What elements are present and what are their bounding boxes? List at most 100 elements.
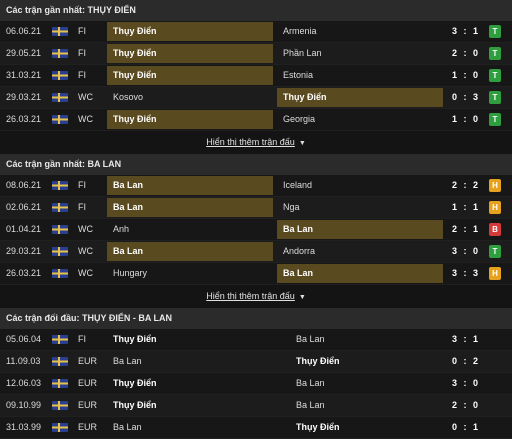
match-score: 3 : 1 bbox=[452, 26, 481, 36]
competition-code: FI bbox=[78, 202, 86, 212]
home-team[interactable]: Ba Lan bbox=[107, 198, 273, 217]
show-more-link[interactable]: Hiển thị thêm trận đấu ▼ bbox=[0, 285, 512, 308]
competition-code: FI bbox=[78, 180, 86, 190]
match-score: 1 : 0 bbox=[452, 114, 481, 124]
competition-code: EUR bbox=[78, 400, 98, 410]
home-team[interactable]: Thụy Điển bbox=[107, 374, 273, 393]
match-score: 2 : 0 bbox=[452, 48, 481, 58]
match-row[interactable]: 06.06.21 FI Thụy Điển Armenia 3 : 1 T bbox=[0, 21, 512, 43]
match-date: 26.03.21 bbox=[6, 114, 42, 124]
away-team[interactable]: Thụy Điển bbox=[277, 88, 443, 107]
away-team[interactable]: Estonia bbox=[277, 66, 443, 85]
away-team[interactable]: Andorra bbox=[277, 242, 443, 261]
result-badge: T bbox=[489, 91, 501, 104]
show-more-link[interactable]: Hiển thị thêm trận đấu ▼ bbox=[0, 131, 512, 154]
home-team[interactable]: Thụy Điển bbox=[107, 22, 273, 41]
match-date: 05.06.04 bbox=[6, 334, 42, 344]
home-team[interactable]: Thụy Điển bbox=[107, 66, 273, 85]
competition-code: WC bbox=[78, 246, 93, 256]
h2h-row[interactable]: 09.10.99 EUR Thụy Điển Ba Lan 2 : 0 bbox=[0, 395, 512, 417]
league-flag-icon bbox=[52, 49, 68, 58]
league-flag-icon bbox=[52, 269, 68, 278]
competition-code: FI bbox=[78, 334, 86, 344]
match-score: 3 : 0 bbox=[452, 246, 481, 256]
match-row[interactable]: 29.05.21 FI Thụy Điển Phần Lan 2 : 0 T bbox=[0, 43, 512, 65]
match-score: 2 : 0 bbox=[452, 400, 481, 410]
away-team[interactable]: Ba Lan bbox=[290, 374, 456, 393]
match-row[interactable]: 29.03.21 WC Ba Lan Andorra 3 : 0 T bbox=[0, 241, 512, 263]
league-flag-icon bbox=[52, 181, 68, 190]
competition-code: WC bbox=[78, 268, 93, 278]
result-badge: H bbox=[489, 267, 501, 280]
away-team[interactable]: Ba Lan bbox=[290, 396, 456, 415]
league-flag-icon bbox=[52, 115, 68, 124]
match-score: 2 : 1 bbox=[452, 224, 481, 234]
match-row[interactable]: 29.03.21 WC Kosovo Thụy Điển 0 : 3 T bbox=[0, 87, 512, 109]
league-flag-icon bbox=[52, 71, 68, 80]
away-team[interactable]: Thụy Điển bbox=[290, 352, 456, 371]
away-team[interactable]: Nga bbox=[277, 198, 443, 217]
result-badge: B bbox=[489, 223, 501, 236]
match-row[interactable]: 08.06.21 FI Ba Lan Iceland 2 : 2 H bbox=[0, 175, 512, 197]
home-team[interactable]: Thụy Điển bbox=[107, 44, 273, 63]
league-flag-icon bbox=[52, 225, 68, 234]
h2h-row[interactable]: 12.06.03 EUR Thụy Điển Ba Lan 3 : 0 bbox=[0, 373, 512, 395]
match-date: 11.09.03 bbox=[6, 356, 41, 366]
h2h-row[interactable]: 31.03.99 EUR Ba Lan Thụy Điển 0 : 1 bbox=[0, 417, 512, 439]
home-team[interactable]: Kosovo bbox=[107, 88, 273, 107]
h2h-row[interactable]: 05.06.04 FI Thụy Điển Ba Lan 3 : 1 bbox=[0, 329, 512, 351]
match-score: 3 : 0 bbox=[452, 378, 481, 388]
home-team[interactable]: Hungary bbox=[107, 264, 273, 283]
away-team[interactable]: Georgia bbox=[277, 110, 443, 129]
match-history-panel: Các trận gần nhất: THỤY ĐIỂN 06.06.21 FI… bbox=[0, 0, 512, 439]
away-team[interactable]: Armenia bbox=[277, 22, 443, 41]
match-score: 1 : 1 bbox=[452, 202, 481, 212]
home-team[interactable]: Thụy Điển bbox=[107, 330, 273, 349]
away-team[interactable]: Iceland bbox=[277, 176, 443, 195]
away-team[interactable]: Ba Lan bbox=[290, 330, 456, 349]
league-flag-icon bbox=[52, 335, 68, 344]
competition-code: EUR bbox=[78, 378, 98, 388]
home-team[interactable]: Anh bbox=[107, 220, 273, 239]
home-team[interactable]: Thụy Điển bbox=[107, 110, 273, 129]
match-date: 31.03.21 bbox=[6, 70, 42, 80]
result-badge: T bbox=[489, 25, 501, 38]
h2h-row[interactable]: 11.09.03 EUR Ba Lan Thụy Điển 0 : 2 bbox=[0, 351, 512, 373]
match-row[interactable]: 26.03.21 WC Hungary Ba Lan 3 : 3 H bbox=[0, 263, 512, 285]
away-team[interactable]: Thụy Điển bbox=[290, 418, 456, 437]
match-date: 06.06.21 bbox=[6, 26, 42, 36]
match-row[interactable]: 01.04.21 WC Anh Ba Lan 2 : 1 B bbox=[0, 219, 512, 241]
home-team[interactable]: Ba Lan bbox=[107, 242, 273, 261]
match-score: 3 : 3 bbox=[452, 268, 481, 278]
home-team[interactable]: Ba Lan bbox=[107, 176, 273, 195]
match-date: 09.10.99 bbox=[6, 400, 42, 410]
away-team[interactable]: Ba Lan bbox=[277, 220, 443, 239]
match-row[interactable]: 31.03.21 FI Thụy Điển Estonia 1 : 0 T bbox=[0, 65, 512, 87]
show-more-label[interactable]: Hiển thị thêm trận đấu bbox=[206, 137, 295, 147]
home-team[interactable]: Ba Lan bbox=[107, 352, 273, 371]
home-team[interactable]: Ba Lan bbox=[107, 418, 273, 437]
caret-down-icon: ▼ bbox=[298, 140, 306, 147]
league-flag-icon bbox=[52, 423, 68, 432]
away-team[interactable]: Ba Lan bbox=[277, 264, 443, 283]
match-date: 08.06.21 bbox=[6, 180, 42, 190]
competition-code: FI bbox=[78, 70, 86, 80]
show-more-label[interactable]: Hiển thị thêm trận đấu bbox=[206, 291, 295, 301]
result-badge: T bbox=[489, 47, 501, 60]
result-badge: H bbox=[489, 201, 501, 214]
match-date: 29.03.21 bbox=[6, 246, 42, 256]
caret-down-icon: ▼ bbox=[298, 294, 306, 301]
match-score: 3 : 1 bbox=[452, 334, 481, 344]
match-score: 1 : 0 bbox=[452, 70, 481, 80]
match-row[interactable]: 02.06.21 FI Ba Lan Nga 1 : 1 H bbox=[0, 197, 512, 219]
match-score: 2 : 2 bbox=[452, 180, 481, 190]
away-team[interactable]: Phần Lan bbox=[277, 44, 443, 63]
home-team[interactable]: Thụy Điển bbox=[107, 396, 273, 415]
section-header: Các trận gần nhất: THỤY ĐIỂN bbox=[0, 0, 512, 21]
competition-code: FI bbox=[78, 26, 86, 36]
section-header: Các trận gần nhất: BA LAN bbox=[0, 154, 512, 175]
match-date: 12.06.03 bbox=[6, 378, 42, 388]
result-badge: T bbox=[489, 113, 501, 126]
match-date: 01.04.21 bbox=[6, 224, 42, 234]
match-row[interactable]: 26.03.21 WC Thụy Điển Georgia 1 : 0 T bbox=[0, 109, 512, 131]
